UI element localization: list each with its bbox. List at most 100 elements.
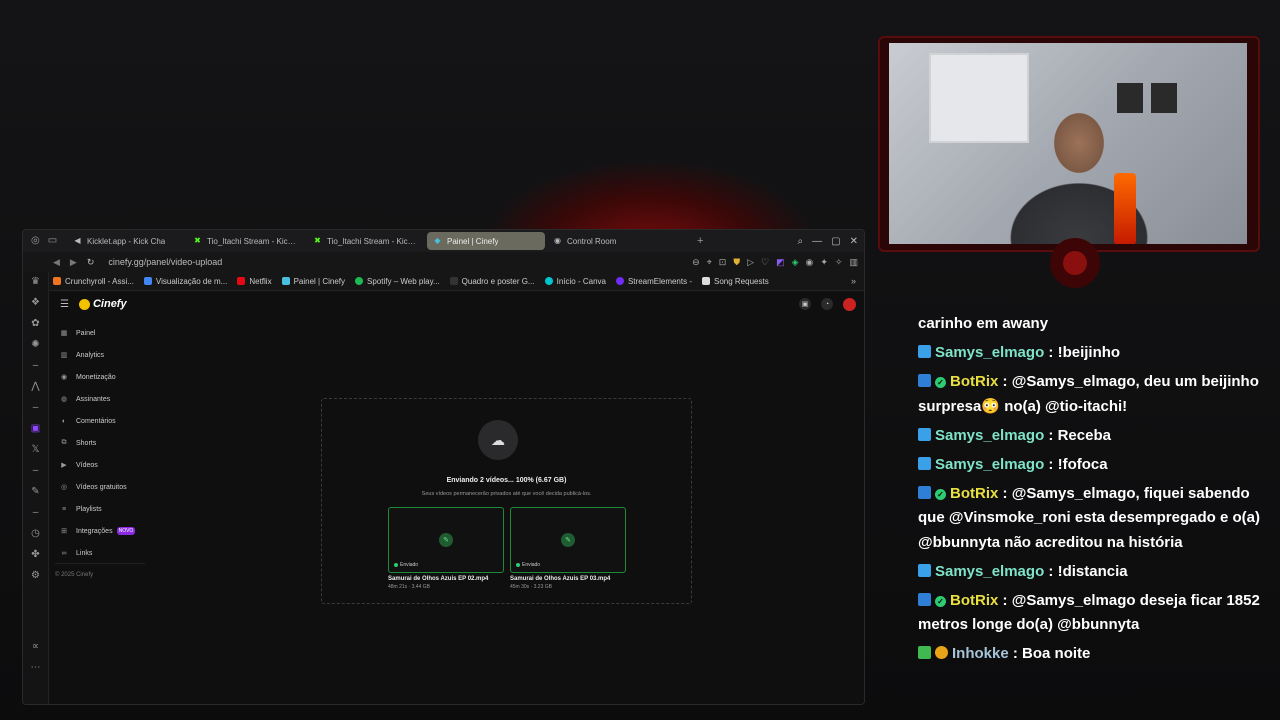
bookmark-streamelements[interactable]: StreamElements - <box>615 277 692 286</box>
chat-username[interactable]: Inhokke <box>952 645 1009 662</box>
extension-icon-3[interactable]: ◉ <box>806 257 814 268</box>
tab-cinefy[interactable]: ◆ Painel | Cinefy <box>427 232 545 250</box>
maximize-icon[interactable]: ▢ <box>831 236 840 247</box>
chat-message: carinho em awany <box>918 315 1049 332</box>
cube-icon <box>918 563 931 577</box>
bookmarks-more-icon[interactable]: » <box>851 276 856 286</box>
screenshot-icon[interactable]: ⊡ <box>719 257 727 268</box>
extension-icon-5[interactable]: ✧ <box>835 257 843 268</box>
new-tab-button[interactable]: + <box>697 235 703 247</box>
app-header: ☰ Cinefy ▣ ◔ <box>50 292 864 316</box>
search-tabs-icon[interactable]: ⌕ <box>798 236 804 247</box>
upload-dropzone[interactable]: ☁ Enviando 2 vídeos... 100% (6.67 GB) Se… <box>321 398 692 604</box>
chat-username[interactable]: BotRix <box>950 592 998 609</box>
video-thumbnail[interactable]: ✎ Enviado <box>510 507 626 573</box>
chat-message: Samys_elmago : Receba <box>900 424 1270 449</box>
chat-message: ✓ BotRix : @Samys_elmago, deu um beijinho… <box>918 373 1259 415</box>
bookmark-spotify[interactable]: Spotify – Web play... <box>355 277 440 286</box>
side-panel-icon-8[interactable]: – <box>33 465 39 477</box>
x-icon[interactable]: 𝕏 <box>31 444 39 456</box>
cinefy-icon <box>281 277 290 285</box>
side-panel-icon-7[interactable]: – <box>33 402 39 414</box>
chat-message: Samys_elmago : !fofoca <box>900 453 1270 478</box>
tab-kick-stream-1[interactable]: ✖ Tio_Itachi Stream - Kick Ch <box>187 232 305 250</box>
side-panel-icon-9[interactable]: ✎ <box>31 486 39 498</box>
bookmark-canva[interactable]: Início - Canva <box>544 277 606 286</box>
chat-username[interactable]: BotRix <box>950 485 998 502</box>
url-input[interactable]: cinefy.gg/panel/video-upload <box>108 257 222 267</box>
sidebar-toggle-icon[interactable]: ▥ <box>849 257 858 268</box>
sidebar-item-videos-gratuitos[interactable]: ◎ Vídeos gratuitos <box>60 476 146 498</box>
bookmark-cinefy[interactable]: Painel | Cinefy <box>281 277 345 286</box>
sidebar-item-integracoes[interactable]: ⊞ Integrações NOVO <box>60 520 146 542</box>
kick-icon: ✖ <box>194 236 201 245</box>
twitch-icon[interactable]: ▣ <box>31 423 40 435</box>
sidebar-item-links[interactable]: ∞ Links <box>60 542 146 564</box>
camera-icon[interactable]: ▣ <box>799 298 811 310</box>
tab-kicklet[interactable]: ◀ Kicklet.app - Kick Cha <box>67 232 185 250</box>
side-panel-icon-5[interactable]: – <box>33 360 39 372</box>
extension-icon-4[interactable]: ✦ <box>820 257 828 268</box>
bookmark-crunchyroll[interactable]: Crunchyroll - Assi... <box>53 277 134 286</box>
reload-icon[interactable]: ↻ <box>87 257 95 268</box>
side-panel-icon-11[interactable]: ✤ <box>31 549 39 561</box>
back-icon[interactable]: ◀ <box>53 257 60 268</box>
sidebar-item-playlists[interactable]: ≡ Playlists <box>60 498 146 520</box>
chat-username[interactable]: Samys_elmago <box>935 456 1044 473</box>
shield-icon[interactable]: ⛊ <box>733 257 740 268</box>
side-panel-icon-12[interactable]: ⚙ <box>31 570 40 582</box>
chat-username[interactable]: Samys_elmago <box>935 563 1044 580</box>
sidebar-item-painel[interactable]: ▦ Painel <box>60 322 146 344</box>
bookmark-quadro[interactable]: Quadro e poster G... <box>449 277 535 286</box>
sidebar-menu: ▦ Painel ▥ Analytics ◉ Monetização ◍ Assinan… <box>60 322 146 564</box>
clock-icon[interactable]: ◷ <box>31 528 40 540</box>
control-room-icon: ◉ <box>554 236 561 245</box>
cinefy-logo-icon <box>78 298 90 310</box>
status-badge: Enviado <box>516 562 540 568</box>
tab-overview-icon[interactable]: ▭ <box>48 235 57 247</box>
side-panel-icon-2[interactable]: ❖ <box>31 297 40 309</box>
heart-icon[interactable]: ♡ <box>761 257 769 268</box>
extension-icon-1[interactable]: ◩ <box>776 257 785 268</box>
hamburger-menu-icon[interactable]: ☰ <box>60 299 69 310</box>
tab-kick-stream-2[interactable]: ✖ Tio_Itachi Stream - Kick Ch <box>307 232 425 250</box>
bookmark-netflix[interactable]: Netflix <box>237 277 272 286</box>
bell-icon[interactable]: ◔ <box>821 298 833 310</box>
extension-icon-2[interactable]: ◈ <box>792 257 799 268</box>
sidebar-item-shorts[interactable]: ⧉ Shorts <box>60 432 146 454</box>
forward-icon[interactable]: ▶ <box>70 257 77 268</box>
zoom-icon[interactable]: ⊖ <box>692 257 700 268</box>
sidebar-item-monetizacao[interactable]: ◉ Monetização <box>60 366 146 388</box>
avatar[interactable] <box>843 297 856 311</box>
close-icon[interactable]: ✕ <box>850 236 858 247</box>
sidebar-item-comentarios[interactable]: ◐ Comentários <box>60 410 146 432</box>
side-panel-icon-1[interactable]: ♛ <box>31 276 40 288</box>
pin-icon[interactable]: ⌖ <box>707 257 712 268</box>
sidebar-item-assinantes[interactable]: ◍ Assinantes <box>60 388 146 410</box>
sidebar-item-analytics[interactable]: ▥ Analytics <box>60 344 146 366</box>
bookmark-visualizacao[interactable]: Visualização de m... <box>143 277 227 286</box>
chat-username[interactable]: Samys_elmago <box>935 344 1044 361</box>
chat-username[interactable]: BotRix <box>950 373 998 390</box>
sidebar-item-videos[interactable]: ▶ Vídeos <box>60 454 146 476</box>
edit-icon[interactable]: ✎ <box>561 533 575 547</box>
tab-control-room[interactable]: ◉ Control Room <box>547 232 665 250</box>
side-panel-icon-13[interactable]: ∝ <box>32 641 39 653</box>
minimize-icon[interactable]: — <box>812 236 822 247</box>
bookmark-song-requests[interactable]: Song Requests <box>702 277 769 286</box>
browser-menu-icon[interactable]: ◎ <box>31 235 40 247</box>
cinefy-logo[interactable]: Cinefy <box>78 298 127 310</box>
integration-icon: ⊞ <box>61 528 67 535</box>
side-panel-icon-3[interactable]: ✿ <box>31 318 39 330</box>
more-icon[interactable]: ⋯ <box>31 662 41 674</box>
verified-icon: ✓ <box>935 377 946 388</box>
edit-icon[interactable]: ✎ <box>439 533 453 547</box>
play-icon[interactable]: ▷ <box>747 257 754 268</box>
side-panel-icon-10[interactable]: – <box>33 507 39 519</box>
cloud-upload-icon[interactable]: ☁ <box>478 420 518 460</box>
bar-chart-icon: ▥ <box>60 352 68 359</box>
chat-username[interactable]: Samys_elmago <box>935 427 1044 444</box>
video-thumbnail[interactable]: ✎ Enviado <box>388 507 504 573</box>
side-panel-icon-4[interactable]: ✺ <box>31 339 39 351</box>
side-panel-icon-6[interactable]: ⋀ <box>31 381 39 393</box>
